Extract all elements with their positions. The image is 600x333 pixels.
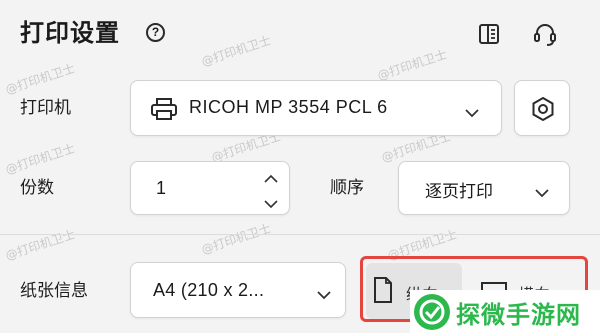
paper-size-value: A4 (210 x 2... (153, 280, 265, 300)
brand-name: 探微手游网 (456, 301, 581, 329)
brand-logo (414, 294, 450, 330)
order-label: 顺序 (330, 178, 364, 198)
printer-icon (151, 98, 177, 120)
watermark: @打印机卫士 (3, 61, 77, 97)
watermark: @打印机卫士 (3, 141, 77, 177)
watermark: @打印机卫士 (3, 227, 77, 263)
help-icon[interactable]: ? (146, 23, 165, 42)
printer-value: RICOH MP 3554 PCL 6 (189, 97, 388, 117)
copies-value: 1 (156, 178, 167, 198)
printer-label: 打印机 (20, 98, 71, 118)
copies-stepper[interactable]: 1 (130, 161, 290, 215)
watermark: @打印机卫士 (199, 221, 273, 257)
order-value: 逐页打印 (425, 182, 493, 202)
chevron-down-icon (317, 287, 331, 300)
increment-icon[interactable] (264, 170, 278, 188)
printer-select[interactable]: RICOH MP 3554 PCL 6 (130, 80, 502, 136)
divider (0, 234, 600, 235)
watermark: @打印机卫士 (199, 33, 273, 69)
chevron-down-icon (535, 185, 549, 198)
panel-icon[interactable] (478, 23, 500, 45)
order-select[interactable]: 逐页打印 (398, 161, 570, 215)
paper-label: 纸张信息 (20, 281, 88, 301)
gear-icon (532, 96, 554, 122)
watermark: @打印机卫士 (375, 47, 449, 83)
decrement-icon[interactable] (264, 196, 278, 214)
printer-settings-button[interactable] (514, 80, 570, 136)
chevron-down-icon (465, 105, 479, 118)
support-icon[interactable] (532, 21, 558, 47)
paper-size-select[interactable]: A4 (210 x 2... (130, 262, 346, 318)
page-title: 打印设置 (20, 19, 120, 47)
brand-badge: 探微手游网 (410, 290, 600, 333)
copies-label: 份数 (20, 178, 54, 198)
